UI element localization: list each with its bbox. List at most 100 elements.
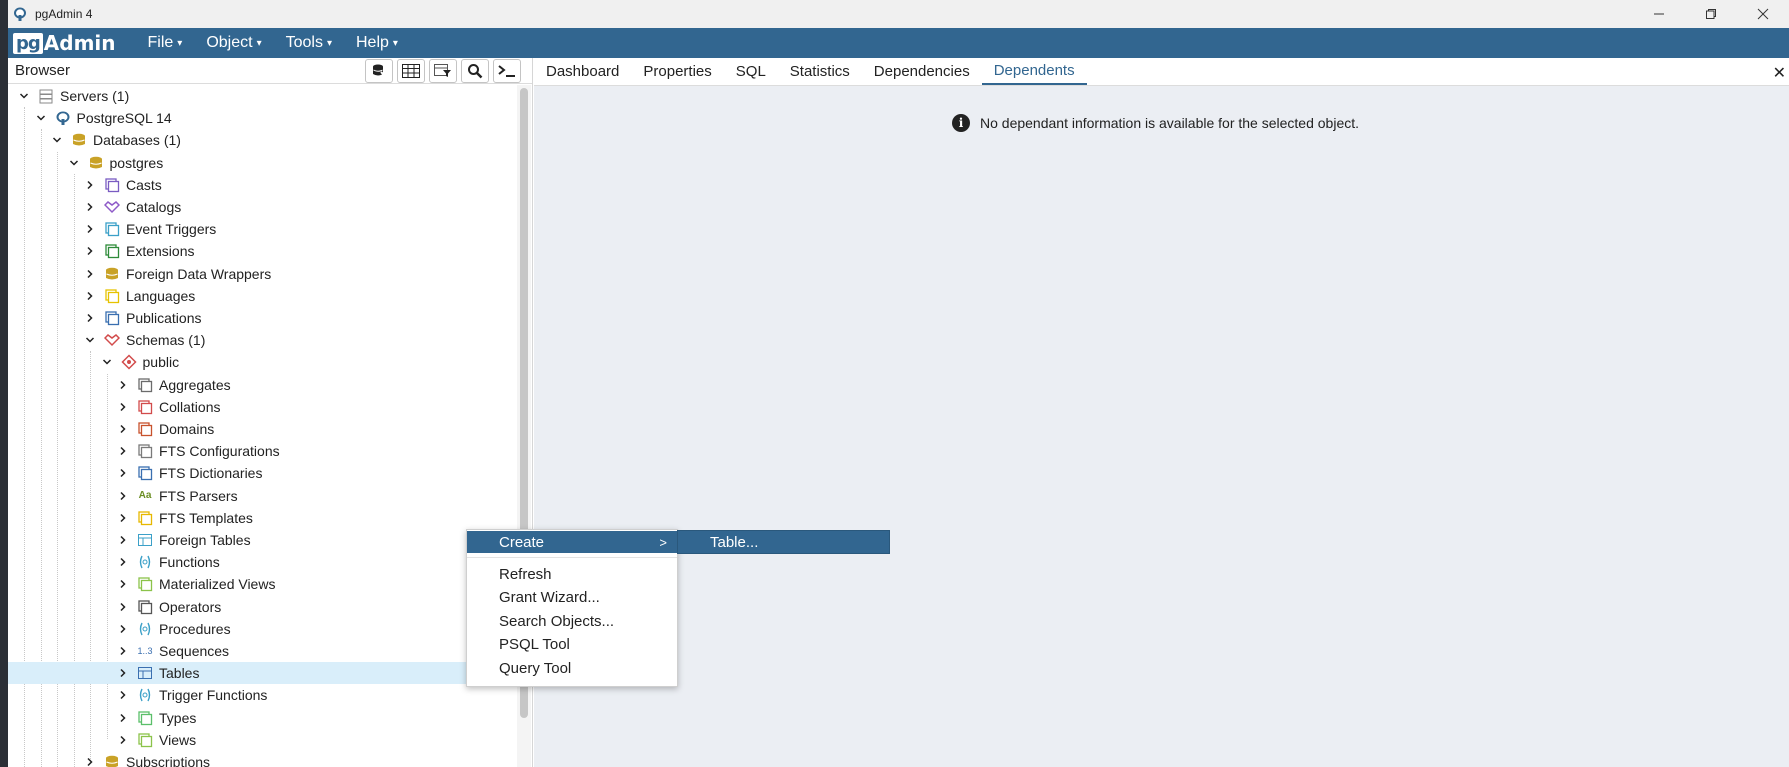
submenu-item-table[interactable]: Table... xyxy=(678,531,889,553)
context-menu-item-refresh[interactable]: Refresh xyxy=(467,563,677,585)
chevron-right-icon[interactable] xyxy=(117,734,129,746)
chevron-right-icon[interactable] xyxy=(84,290,96,302)
tree-node-label: Views xyxy=(159,731,197,748)
tree-node-fts-templates[interactable]: FTS Templates xyxy=(8,507,516,529)
chevron-right-icon[interactable] xyxy=(84,756,96,767)
close-panel-icon[interactable]: ✕ xyxy=(1773,63,1786,83)
chevron-right-icon[interactable] xyxy=(117,445,129,457)
context-menu-item-search-objects[interactable]: Search Objects... xyxy=(467,610,677,632)
tree-node-catalogs[interactable]: Catalogs xyxy=(8,196,516,218)
chevron-down-icon[interactable] xyxy=(84,334,96,346)
chevron-right-icon[interactable] xyxy=(117,423,129,435)
chevron-right-icon[interactable] xyxy=(117,401,129,413)
main-tabs: Dashboard Properties SQL Statistics Dependen… xyxy=(534,58,1789,86)
chevron-down-icon[interactable] xyxy=(101,356,113,368)
restore-icon[interactable] xyxy=(1685,0,1737,28)
tree-node-sequences[interactable]: 1..3 Sequences xyxy=(8,640,516,662)
chevron-right-icon[interactable] xyxy=(117,645,129,657)
tree-node-label: FTS Configurations xyxy=(159,443,280,460)
close-window-icon[interactable] xyxy=(1737,0,1789,28)
tree-node-schemas-1[interactable]: Schemas (1) xyxy=(8,329,516,351)
menu-object[interactable]: Object ▾ xyxy=(194,28,273,58)
chevron-right-icon[interactable] xyxy=(117,534,129,546)
chevron-right-icon[interactable] xyxy=(117,578,129,590)
tab-properties[interactable]: Properties xyxy=(631,57,723,85)
tree-node-functions[interactable]: Functions xyxy=(8,551,516,573)
chevron-right-icon[interactable] xyxy=(84,223,96,235)
tab-sql[interactable]: SQL xyxy=(724,57,778,85)
chevron-right-icon[interactable] xyxy=(84,201,96,213)
context-menu-label: Grant Wizard... xyxy=(499,588,600,606)
tree-node-domains[interactable]: Domains xyxy=(8,418,516,440)
search-objects-button[interactable] xyxy=(461,59,489,83)
chevron-right-icon[interactable] xyxy=(117,667,129,679)
tree-node-fts-configurations[interactable]: FTS Configurations xyxy=(8,440,516,462)
chevron-right-icon[interactable] xyxy=(117,601,129,613)
chevron-right-icon[interactable] xyxy=(117,490,129,502)
tab-dependents[interactable]: Dependents xyxy=(981,57,1087,85)
tree-node-event-triggers[interactable]: Event Triggers xyxy=(8,218,516,240)
chevron-down-icon[interactable] xyxy=(18,90,30,102)
menu-tools[interactable]: Tools ▾ xyxy=(274,28,344,58)
chevron-right-icon[interactable] xyxy=(117,379,129,391)
tree-node-aggregates[interactable]: Aggregates xyxy=(8,374,516,396)
menu-help[interactable]: Help ▾ xyxy=(344,28,410,58)
tree-node-trigger-functions[interactable]: Trigger Functions xyxy=(8,684,516,706)
view-data-button[interactable] xyxy=(397,59,425,83)
chevron-down-icon[interactable] xyxy=(68,157,80,169)
tree-node-fts-parsers[interactable]: Aa FTS Parsers xyxy=(8,485,516,507)
tree-node-tables[interactable]: Tables xyxy=(8,662,516,685)
context-menu-item-query-tool[interactable]: Query Tool xyxy=(467,657,677,679)
filtered-rows-button[interactable] xyxy=(429,59,457,83)
chevron-right-icon[interactable] xyxy=(117,712,129,724)
tree-node-procedures[interactable]: Procedures xyxy=(8,618,516,640)
tree-node-label: Procedures xyxy=(159,620,231,637)
psql-tool-button[interactable] xyxy=(493,59,521,83)
chevron-right-icon[interactable] xyxy=(84,245,96,257)
context-menu-separator xyxy=(467,557,677,558)
tree-node-label: Event Triggers xyxy=(126,221,217,238)
window-controls xyxy=(1633,0,1789,28)
tree-node-collations[interactable]: Collations xyxy=(8,396,516,418)
tree-node-materialized-views[interactable]: Materialized Views xyxy=(8,573,516,595)
chevron-right-icon[interactable] xyxy=(84,268,96,280)
chevron-right-icon[interactable] xyxy=(117,467,129,479)
tree-node-postgresql-14[interactable]: PostgreSQL 14 xyxy=(8,107,516,129)
tree-node-databases-1[interactable]: Databases (1) xyxy=(8,129,516,151)
tab-statistics[interactable]: Statistics xyxy=(778,57,862,85)
chevron-right-icon[interactable] xyxy=(84,179,96,191)
tree-node-subscriptions[interactable]: Subscriptions xyxy=(8,751,516,767)
tab-dashboard[interactable]: Dashboard xyxy=(534,57,631,85)
tree-node-extensions[interactable]: Extensions xyxy=(8,240,516,262)
tree-node-postgres[interactable]: postgres xyxy=(8,152,516,174)
tree-node-operators[interactable]: Operators xyxy=(8,596,516,618)
chevron-right-icon[interactable] xyxy=(117,556,129,568)
tree-node-servers-1[interactable]: Servers (1) xyxy=(8,85,516,107)
tree-node-publications[interactable]: Publications xyxy=(8,307,516,329)
window-titlebar: pgAdmin 4 xyxy=(8,0,1789,28)
context-menu-item-grant-wizard[interactable]: Grant Wizard... xyxy=(467,586,677,608)
tab-dependencies[interactable]: Dependencies xyxy=(862,57,982,85)
tree-node-foreign-data-wrappers[interactable]: Foreign Data Wrappers xyxy=(8,263,516,285)
chevron-right-icon[interactable] xyxy=(117,623,129,635)
main-panel: Dashboard Properties SQL Statistics Dependen… xyxy=(534,58,1789,767)
tree-node-languages[interactable]: Languages xyxy=(8,285,516,307)
context-menu-item-psql-tool[interactable]: PSQL Tool xyxy=(467,633,677,655)
chevron-down-icon[interactable] xyxy=(51,134,63,146)
minimize-icon[interactable] xyxy=(1633,0,1685,28)
tree-node-fts-dictionaries[interactable]: FTS Dictionaries xyxy=(8,462,516,484)
chevron-down-icon[interactable] xyxy=(35,112,47,124)
context-menu-item-create[interactable]: Create > xyxy=(467,531,677,553)
tree-node-views[interactable]: Views xyxy=(8,729,516,751)
tree-node-types[interactable]: Types xyxy=(8,707,516,729)
chevron-right-icon[interactable] xyxy=(117,512,129,524)
tree-node-casts[interactable]: Casts xyxy=(8,174,516,196)
chevron-right-icon[interactable] xyxy=(117,689,129,701)
tree-node-foreign-tables[interactable]: Foreign Tables xyxy=(8,529,516,551)
tree-node-label: Domains xyxy=(159,421,215,437)
tree-node-public[interactable]: public xyxy=(8,351,516,373)
menu-file[interactable]: File ▾ xyxy=(136,28,195,58)
trigger-functions-icon xyxy=(137,687,153,703)
query-tool-button[interactable] xyxy=(365,59,393,83)
chevron-right-icon[interactable] xyxy=(84,312,96,324)
